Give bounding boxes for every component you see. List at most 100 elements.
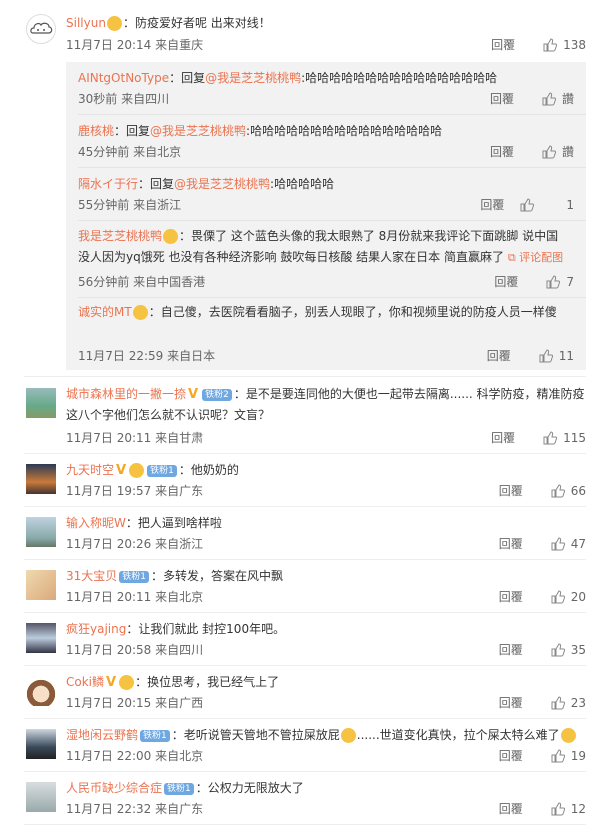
thumbs-up-icon[interactable] (551, 643, 565, 657)
vip-icon: V (116, 462, 127, 478)
username[interactable]: Coki鳞 (66, 675, 104, 689)
reply-item: 隔水イ于行：回复@我是芝芝桃桃鸭:哈哈哈哈哈 55分钟前 来自浙江 回覆 1 (78, 175, 586, 221)
mention-link[interactable]: @我是芝芝桃桃鸭 (174, 177, 270, 191)
username[interactable]: 我是芝芝桃桃鸭 (78, 229, 162, 243)
username[interactable]: 诚实的MT (78, 305, 132, 319)
like-count: 35 (570, 643, 586, 657)
comment-text: ：他奶奶的 (178, 463, 239, 477)
like-count: 1 (566, 198, 574, 212)
fan-badge: 铁粉1 (164, 782, 194, 795)
reply-text: :哈哈哈哈哈哈哈哈哈哈哈哈哈哈哈哈 (246, 124, 443, 138)
username[interactable]: 湿地闲云野鹤 (66, 728, 138, 742)
username[interactable]: 九天时空 (66, 463, 114, 477)
emoji-icon (129, 463, 145, 478)
divider (24, 665, 586, 666)
avatar[interactable] (26, 464, 56, 494)
username[interactable]: 城市森林里的一撇一捺 (66, 387, 186, 401)
like-label[interactable]: 讚 (562, 144, 574, 160)
avatar[interactable] (26, 570, 56, 600)
username[interactable]: 31大宝贝 (66, 569, 117, 583)
reply-button[interactable]: 回覆 (480, 197, 504, 213)
reply-button[interactable]: 回覆 (494, 274, 518, 290)
comment-meta: 11月7日 20:11 来自甘肃 (66, 431, 204, 445)
thumbs-up-icon[interactable] (543, 38, 558, 52)
fan-badge: 铁粉1 (119, 570, 150, 583)
username[interactable]: 疯狂yajing (66, 622, 126, 636)
reply-button[interactable]: 回覆 (491, 37, 515, 53)
reply-button[interactable]: 回覆 (499, 748, 523, 764)
like-count: 19 (570, 749, 586, 763)
username[interactable]: 隔水イ于行 (78, 177, 138, 191)
comment-text: ：让我们就此 封控100年吧。 (126, 622, 286, 636)
reply-list: AINtgOtNoType：回复@我是芝芝桃桃鸭:哈哈哈哈哈哈哈哈哈哈哈哈哈哈哈… (66, 62, 586, 370)
fan-badge: 铁粉1 (147, 464, 177, 477)
emoji-icon (119, 675, 135, 690)
thumbs-up-icon[interactable] (520, 198, 534, 212)
username[interactable]: AINtgOtNoType (78, 71, 169, 85)
reply-button[interactable]: 回覆 (491, 430, 515, 446)
thumbs-up-icon[interactable] (543, 431, 558, 445)
image-link[interactable]: ⧉ 评论配图 (508, 251, 563, 264)
divider (24, 453, 586, 454)
comment-item: 城市森林里的一撇一捺 V 铁粉2 ：是不是要连同他的大便也一起带去隔离...... 科… (0, 384, 604, 450)
comment-text-2: ......世道变化真快，拉个屎太特么难了 (356, 728, 560, 742)
emoji-icon (163, 229, 179, 244)
comment-meta: 11月7日 20:15 来自广西 (66, 696, 204, 710)
avatar[interactable] (26, 517, 56, 547)
reply-button[interactable]: 回覆 (490, 144, 514, 160)
mention-link[interactable]: @我是芝芝桃桃鸭 (205, 71, 301, 85)
reply-button[interactable]: 回覆 (490, 91, 514, 107)
reply-meta: 55分钟前 来自浙江 (78, 198, 182, 212)
like-label[interactable]: 讚 (562, 91, 574, 107)
username[interactable]: 人民币缺少综合症 (66, 781, 162, 795)
avatar[interactable] (26, 729, 56, 759)
reply-button[interactable]: 回覆 (499, 536, 523, 552)
reply-button[interactable]: 回覆 (499, 695, 523, 711)
username[interactable]: Sillyun (66, 16, 106, 30)
avatar[interactable] (26, 676, 56, 706)
avatar[interactable] (26, 14, 56, 44)
divider (24, 771, 586, 772)
divider (24, 612, 586, 613)
thumbs-up-icon[interactable] (551, 802, 565, 816)
reply-prefix: ：回复 (138, 177, 175, 191)
like-count: 66 (570, 484, 586, 498)
reply-prefix: ：回复 (169, 71, 206, 85)
reply-meta: 56分钟前 来自中国香港 (78, 275, 206, 289)
avatar[interactable] (26, 782, 56, 812)
reply-button[interactable]: 回覆 (499, 642, 523, 658)
thumbs-up-icon[interactable] (546, 275, 561, 289)
avatar[interactable] (26, 388, 56, 418)
like-count: 115 (563, 431, 586, 445)
avatar[interactable] (26, 623, 56, 653)
reply-button[interactable]: 回覆 (499, 589, 523, 605)
reply-button[interactable]: 回覆 (487, 348, 511, 364)
divider (24, 824, 586, 825)
thumbs-up-icon[interactable] (551, 537, 565, 551)
reply-meta: 30秒前 来自四川 (78, 92, 170, 106)
like-count: 20 (570, 590, 586, 604)
like-count: 138 (563, 38, 586, 52)
thumbs-up-icon[interactable] (539, 349, 553, 363)
reply-text: :哈哈哈哈哈哈哈哈哈哈哈哈哈哈哈哈 (301, 71, 498, 85)
reply-button[interactable]: 回覆 (499, 801, 523, 817)
reply-button[interactable]: 回覆 (499, 483, 523, 499)
thumbs-up-icon[interactable] (551, 590, 565, 604)
comment-item: 疯狂yajing：让我们就此 封控100年吧。 11月7日 20:58 来自四川… (0, 620, 604, 666)
thumbs-up-icon[interactable] (542, 92, 556, 106)
emoji-icon (132, 305, 148, 320)
comment-text: ：公权力无限放大了 (195, 781, 304, 795)
thumbs-up-icon[interactable] (542, 145, 556, 159)
mention-link[interactable]: @我是芝芝桃桃鸭 (150, 124, 246, 138)
username[interactable]: 鹿核桃 (78, 124, 114, 138)
username[interactable]: 输入称昵W (66, 516, 126, 530)
divider (78, 220, 586, 221)
thumbs-up-icon[interactable] (551, 484, 565, 498)
divider (24, 559, 586, 560)
thumbs-up-icon[interactable] (551, 749, 565, 763)
divider (24, 506, 586, 507)
reply-item: 鹿核桃：回复@我是芝芝桃桃鸭:哈哈哈哈哈哈哈哈哈哈哈哈哈哈哈哈 45分钟前 来自… (78, 122, 586, 168)
divider (78, 297, 586, 298)
divider (78, 167, 586, 168)
thumbs-up-icon[interactable] (551, 696, 565, 710)
